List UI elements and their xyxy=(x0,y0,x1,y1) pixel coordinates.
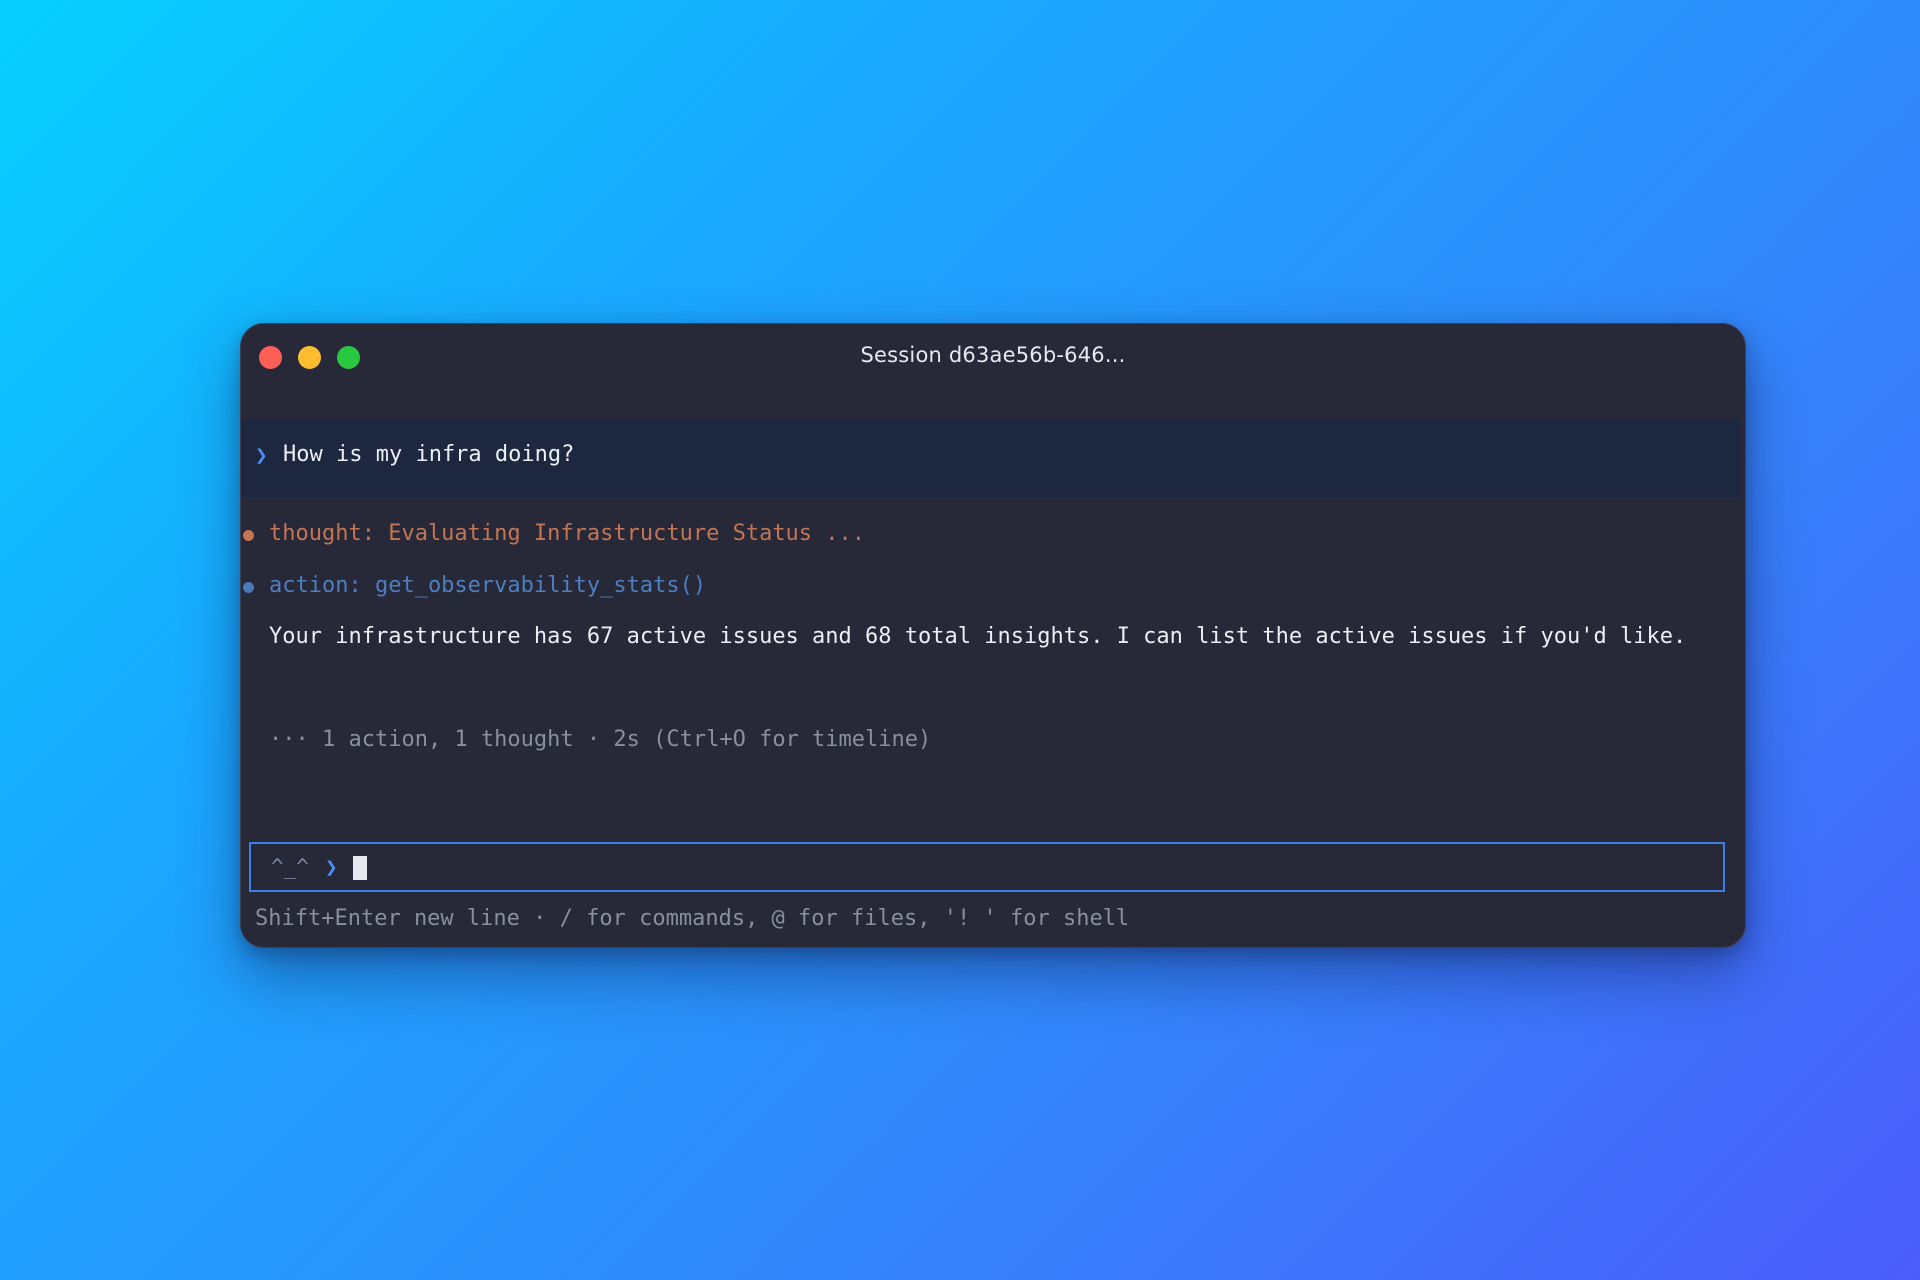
user-message: How is my infra doing? xyxy=(283,442,575,467)
input-hint: Shift+Enter new line · / for commands, @… xyxy=(255,906,1130,931)
text-cursor xyxy=(353,856,367,880)
assistant-response: Your infrastructure has 67 active issues… xyxy=(269,624,1687,649)
kaomoji-prompt: ^_^ xyxy=(271,855,309,879)
terminal-window: Session d63ae56b-646... ❯ How is my infr… xyxy=(240,323,1746,948)
window-title: Session d63ae56b-646... xyxy=(860,343,1126,367)
thought-bullet-icon xyxy=(243,530,254,541)
title-bar[interactable]: Session d63ae56b-646... xyxy=(241,324,1745,390)
prompt-input[interactable]: ^_^ ❯ xyxy=(249,842,1725,892)
action-line: action: get_observability_stats() xyxy=(269,573,707,598)
user-message-row: ❯ How is my infra doing? xyxy=(241,419,1739,497)
chevron-right-icon: ❯ xyxy=(255,443,268,467)
chevron-right-icon: ❯ xyxy=(325,855,338,879)
action-bullet-icon xyxy=(243,582,254,593)
thought-line: thought: Evaluating Infrastructure Statu… xyxy=(269,521,866,546)
timeline-summary[interactable]: ··· 1 action, 1 thought · 2s (Ctrl+O for… xyxy=(269,727,931,752)
